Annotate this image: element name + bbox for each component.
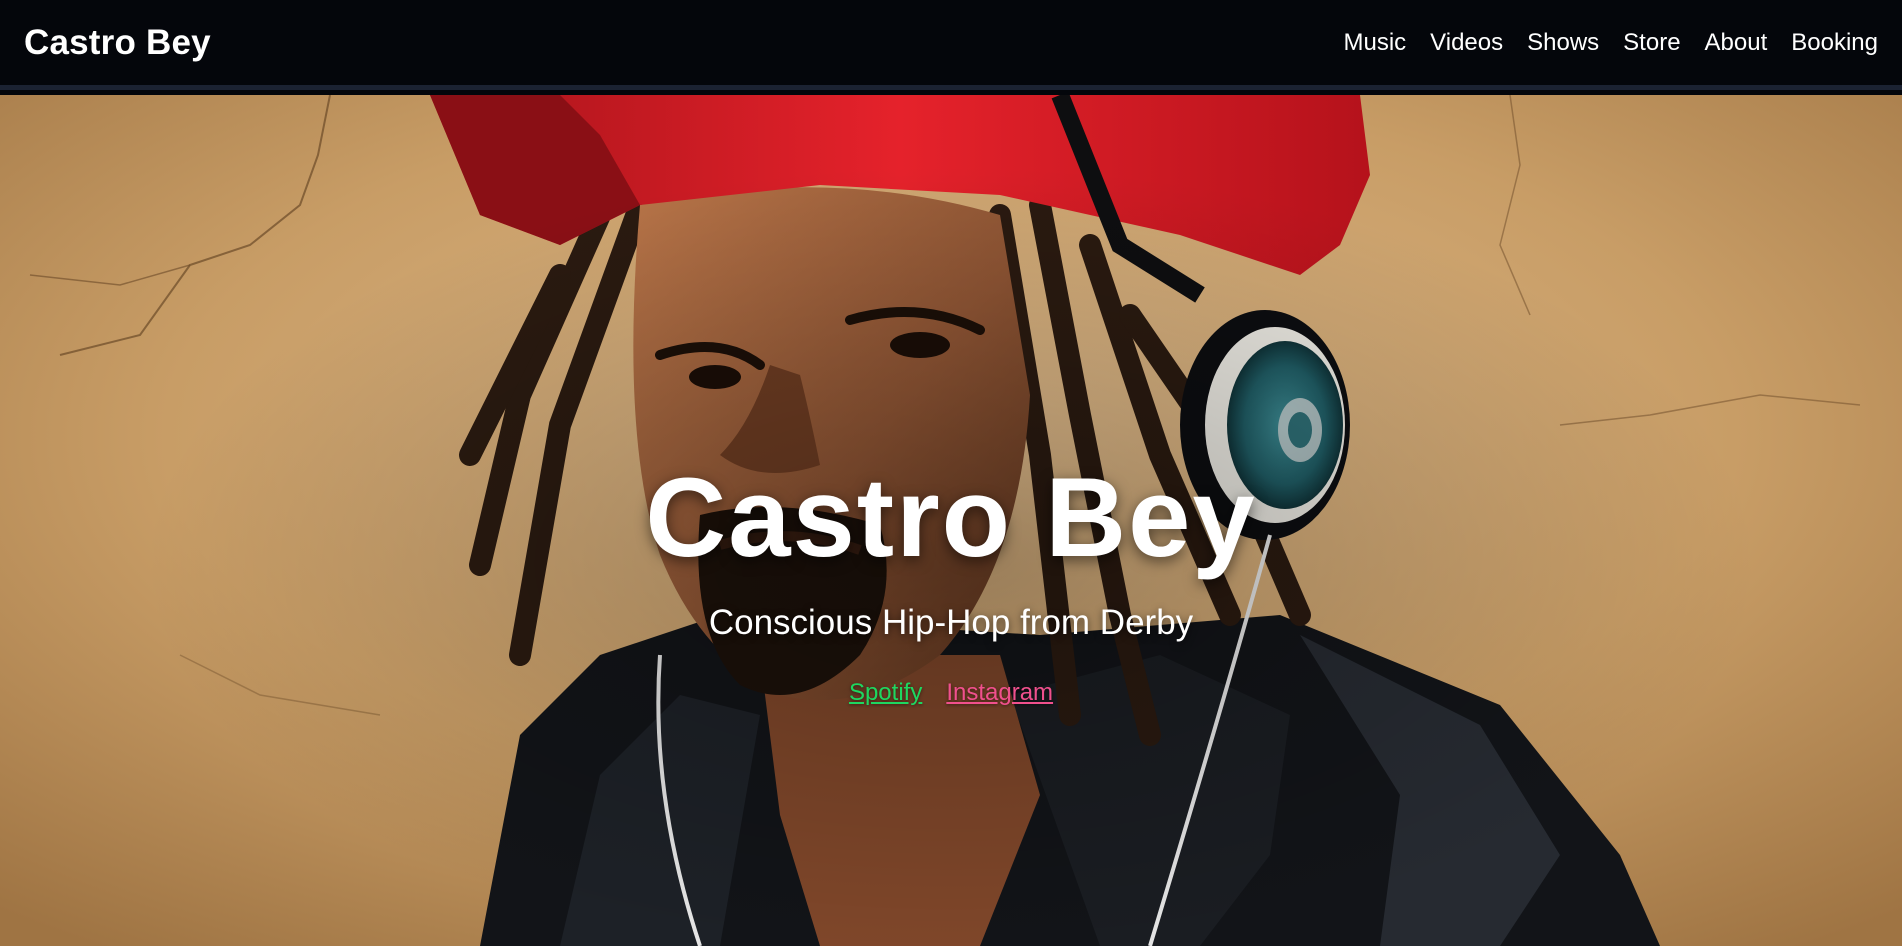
nav-link-about[interactable]: About	[1705, 29, 1768, 57]
nav-link-videos[interactable]: Videos	[1430, 29, 1503, 57]
spotify-link[interactable]: Spotify	[849, 679, 922, 707]
nav-link-store[interactable]: Store	[1623, 29, 1680, 57]
hero-title: Castro Bey	[645, 455, 1257, 580]
nav-link-booking[interactable]: Booking	[1791, 29, 1878, 57]
hero-tagline: Conscious Hip-Hop from Derby	[708, 603, 1194, 642]
instagram-link[interactable]: Instagram	[946, 679, 1053, 707]
hero-content: Castro Bey Conscious Hip-Hop from Derby …	[0, 95, 1902, 946]
main-menu: Music Videos Shows Store About Booking	[1344, 29, 1879, 57]
hero-section: Castro Bey Conscious Hip-Hop from Derby …	[0, 95, 1902, 946]
nav-link-music[interactable]: Music	[1344, 29, 1407, 57]
hero-social-links: Spotify Instagram	[0, 679, 1902, 707]
nav-link-shows[interactable]: Shows	[1527, 29, 1599, 57]
brand-logo-link[interactable]: Castro Bey	[24, 23, 211, 63]
top-navigation: Castro Bey Music Videos Shows Store Abou…	[0, 0, 1902, 90]
